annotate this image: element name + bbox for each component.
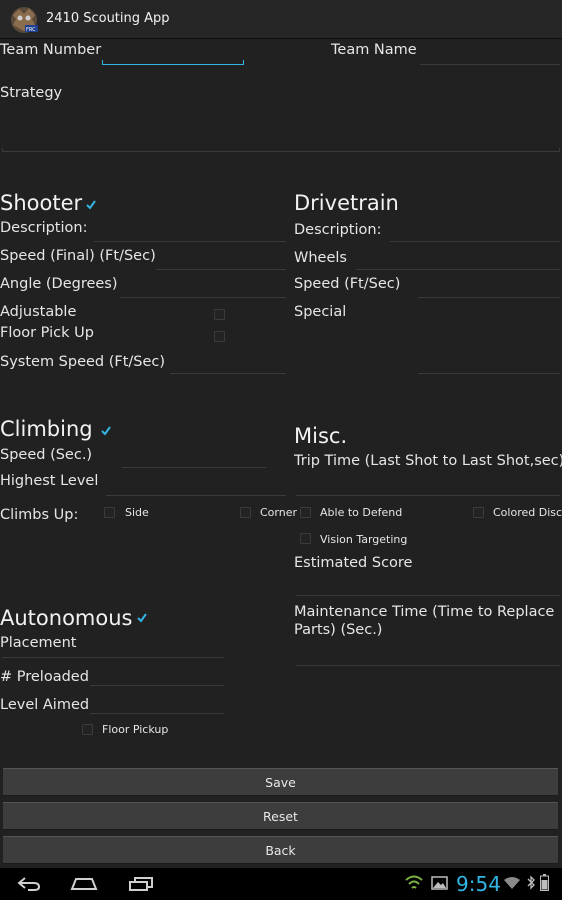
strategy-input[interactable]	[2, 148, 560, 152]
drivetrain-speed-label: Speed (Ft/Sec)	[294, 276, 401, 292]
wifi-signal-icon	[504, 877, 520, 889]
level-aimed-input[interactable]	[90, 713, 224, 714]
trip-time-input[interactable]	[296, 495, 560, 496]
system-speed-input[interactable]	[170, 373, 286, 374]
adjustable-label: Adjustable	[0, 304, 77, 320]
shooter-angle-label: Angle (Degrees)	[0, 276, 118, 292]
svg-text:FRC: FRC	[26, 27, 36, 33]
preloaded-label: # Preloaded	[0, 669, 89, 685]
adjustable-checkbox[interactable]	[214, 309, 225, 320]
home-nav-icon[interactable]	[70, 876, 98, 892]
app-title: 2410 Scouting App	[46, 11, 170, 26]
vision-targeting-checkbox[interactable]	[300, 533, 311, 544]
side-label: Side	[125, 506, 149, 519]
climbing-heading: Climbing	[0, 417, 93, 441]
shooter-heading: Shooter	[0, 191, 83, 215]
special-label: Special	[294, 304, 347, 320]
misc-heading: Misc.	[294, 424, 348, 448]
drivetrain-description-label: Description:	[294, 222, 382, 238]
drivetrain-speed-input[interactable]	[418, 297, 560, 298]
corner-checkbox[interactable]	[240, 507, 251, 518]
autonomous-checkmark-icon[interactable]	[137, 613, 147, 623]
shooter-angle-input[interactable]	[120, 297, 286, 298]
wifi-secure-icon	[405, 875, 423, 889]
shooter-checkmark-icon[interactable]	[86, 200, 96, 210]
estimated-score-label: Estimated Score	[294, 555, 413, 571]
back-nav-icon[interactable]	[16, 876, 42, 892]
robot-logo-icon: FRC	[11, 7, 38, 33]
back-button[interactable]: Back	[3, 836, 558, 864]
team-name-label: Team Name	[331, 42, 417, 58]
level-aimed-label: Level Aimed	[0, 697, 90, 713]
shooter-speed-label: Speed (Final) (Ft/Sec)	[0, 248, 156, 264]
autonomous-heading: Autonomous	[0, 606, 133, 630]
wheels-input[interactable]	[356, 269, 560, 270]
maintenance-time-label-line1: Maintenance Time (Time to Replace	[294, 604, 555, 620]
climbing-speed-label: Speed (Sec.)	[0, 447, 93, 463]
wheels-label: Wheels	[294, 250, 347, 266]
floor-pick-up-label: Floor Pick Up	[0, 325, 94, 341]
able-to-defend-label: Able to Defend	[320, 506, 403, 519]
battery-icon	[540, 874, 549, 891]
gallery-icon	[431, 876, 448, 890]
trip-time-label: Trip Time (Last Shot to Last Shot,sec)	[294, 453, 562, 469]
system-speed-label: System Speed (Ft/Sec)	[0, 354, 166, 370]
preloaded-input[interactable]	[90, 685, 224, 686]
climbing-checkmark-icon[interactable]	[101, 426, 111, 436]
placement-input[interactable]	[2, 657, 224, 658]
drivetrain-heading: Drivetrain	[294, 191, 399, 215]
shooter-description-label: Description:	[0, 220, 88, 236]
maintenance-time-label-line2: Parts) (Sec.)	[294, 622, 383, 638]
side-checkbox[interactable]	[104, 507, 115, 518]
climbing-speed-input[interactable]	[122, 467, 266, 468]
team-name-input[interactable]	[420, 64, 560, 65]
estimated-score-input[interactable]	[296, 595, 560, 596]
reset-button[interactable]: Reset	[3, 802, 558, 830]
able-to-defend-checkbox[interactable]	[300, 507, 311, 518]
team-number-input[interactable]	[102, 60, 244, 65]
recent-apps-icon[interactable]	[128, 876, 154, 892]
drivetrain-description-input[interactable]	[390, 241, 560, 242]
highest-level-label: Highest Level	[0, 473, 99, 489]
shooter-description-input[interactable]	[94, 241, 286, 242]
strategy-label: Strategy	[0, 85, 63, 101]
maintenance-time-input[interactable]	[296, 665, 560, 666]
team-number-label: Team Number	[0, 42, 102, 58]
climbs-up-label: Climbs Up:	[0, 507, 79, 523]
floor-pick-up-checkbox[interactable]	[214, 331, 225, 342]
save-button[interactable]: Save	[3, 768, 558, 796]
floor-pickup-checkbox[interactable]	[82, 724, 93, 735]
colored-discs-checkbox[interactable]	[473, 507, 484, 518]
colored-discs-label: Colored Discs	[493, 506, 562, 519]
clock: 9:54	[456, 872, 501, 896]
vision-targeting-label: Vision Targeting	[320, 533, 408, 546]
corner-label: Corner	[260, 506, 298, 519]
shooter-speed-input[interactable]	[156, 269, 286, 270]
floor-pickup-label: Floor Pickup	[102, 723, 169, 736]
bluetooth-icon	[527, 875, 535, 890]
placement-label: Placement	[0, 635, 77, 651]
special-input[interactable]	[418, 373, 560, 374]
highest-level-input[interactable]	[106, 495, 286, 496]
